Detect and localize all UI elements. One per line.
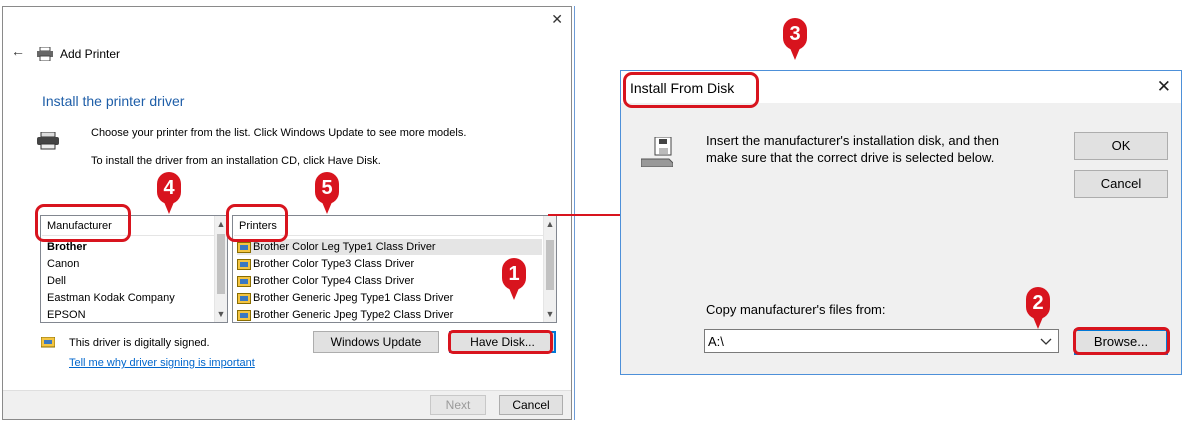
- list-item[interactable]: Brother Color Leg Type1 Class Driver: [237, 239, 542, 255]
- list-item[interactable]: EPSON: [47, 307, 86, 322]
- back-arrow-icon[interactable]: ←: [11, 43, 25, 59]
- cancel-button[interactable]: Cancel: [1074, 170, 1168, 198]
- close-icon[interactable]: ✕: [1157, 77, 1171, 97]
- ok-button[interactable]: OK: [1074, 132, 1168, 160]
- driver-signing-link[interactable]: Tell me why driver signing is important: [69, 357, 255, 369]
- list-item[interactable]: Brother Color Type3 Class Driver: [237, 256, 414, 272]
- windows-update-button[interactable]: Windows Update: [313, 331, 439, 353]
- path-value: A:\: [708, 334, 724, 349]
- driver-icon: [237, 309, 251, 321]
- certificate-icon: [41, 337, 55, 348]
- driver-icon: [237, 275, 251, 287]
- connector-arrow-line: [548, 214, 624, 216]
- scroll-down-icon[interactable]: ▼: [544, 308, 556, 320]
- list-item[interactable]: Brother Generic Jpeg Type1 Class Driver: [237, 290, 453, 306]
- callout-box-manufacturer: [35, 204, 131, 242]
- scroll-down-icon[interactable]: ▼: [215, 308, 227, 320]
- callout-badge-5: 5: [315, 172, 339, 214]
- callout-badge-1: 1: [502, 258, 526, 300]
- printer-large-icon: [37, 132, 59, 150]
- scroll-up-icon[interactable]: ▲: [544, 218, 556, 230]
- callout-badge-2: 2: [1026, 287, 1050, 329]
- page-heading: Install the printer driver: [42, 93, 185, 109]
- driver-icon: [237, 292, 251, 304]
- panel-divider: [574, 6, 575, 420]
- copy-files-label: Copy manufacturer's files from:: [706, 302, 886, 317]
- callout-box-browse: [1073, 327, 1170, 355]
- window-title: Add Printer: [60, 47, 121, 61]
- path-combobox[interactable]: A:\: [704, 329, 1059, 353]
- callout-box-dialog-title: [623, 72, 759, 108]
- list-item[interactable]: Brother Color Type4 Class Driver: [237, 273, 414, 289]
- driver-icon: [237, 258, 251, 270]
- chevron-down-icon[interactable]: [1040, 338, 1052, 346]
- scroll-thumb[interactable]: [217, 234, 225, 294]
- list-item[interactable]: Dell: [47, 273, 66, 289]
- dialog-message-line-2: make sure that the correct drive is sele…: [706, 150, 995, 165]
- driver-icon: [237, 241, 251, 253]
- list-item[interactable]: Canon: [47, 256, 79, 272]
- printers-scrollbar[interactable]: ▲ ▼: [543, 216, 556, 322]
- printer-icon: [37, 47, 53, 61]
- button-bar: Next Cancel: [3, 390, 571, 419]
- disk-drive-icon: [641, 137, 673, 167]
- scroll-thumb[interactable]: [546, 240, 554, 290]
- callout-box-printers: [226, 204, 288, 242]
- instruction-line-2: To install the driver from an installati…: [91, 155, 381, 167]
- signed-status-text: This driver is digitally signed.: [69, 337, 210, 349]
- instruction-line-1: Choose your printer from the list. Click…: [91, 127, 467, 139]
- callout-badge-4: 4: [157, 172, 181, 214]
- dialog-message-line-1: Insert the manufacturer's installation d…: [706, 133, 999, 148]
- callout-box-have-disk: [448, 330, 553, 354]
- cancel-button[interactable]: Cancel: [499, 395, 563, 415]
- callout-badge-3: 3: [783, 18, 807, 60]
- next-button[interactable]: Next: [430, 395, 486, 415]
- close-icon[interactable]: ✕: [551, 11, 563, 28]
- list-item[interactable]: Brother Generic Jpeg Type2 Class Driver: [237, 307, 453, 322]
- list-item[interactable]: Eastman Kodak Company: [47, 290, 175, 306]
